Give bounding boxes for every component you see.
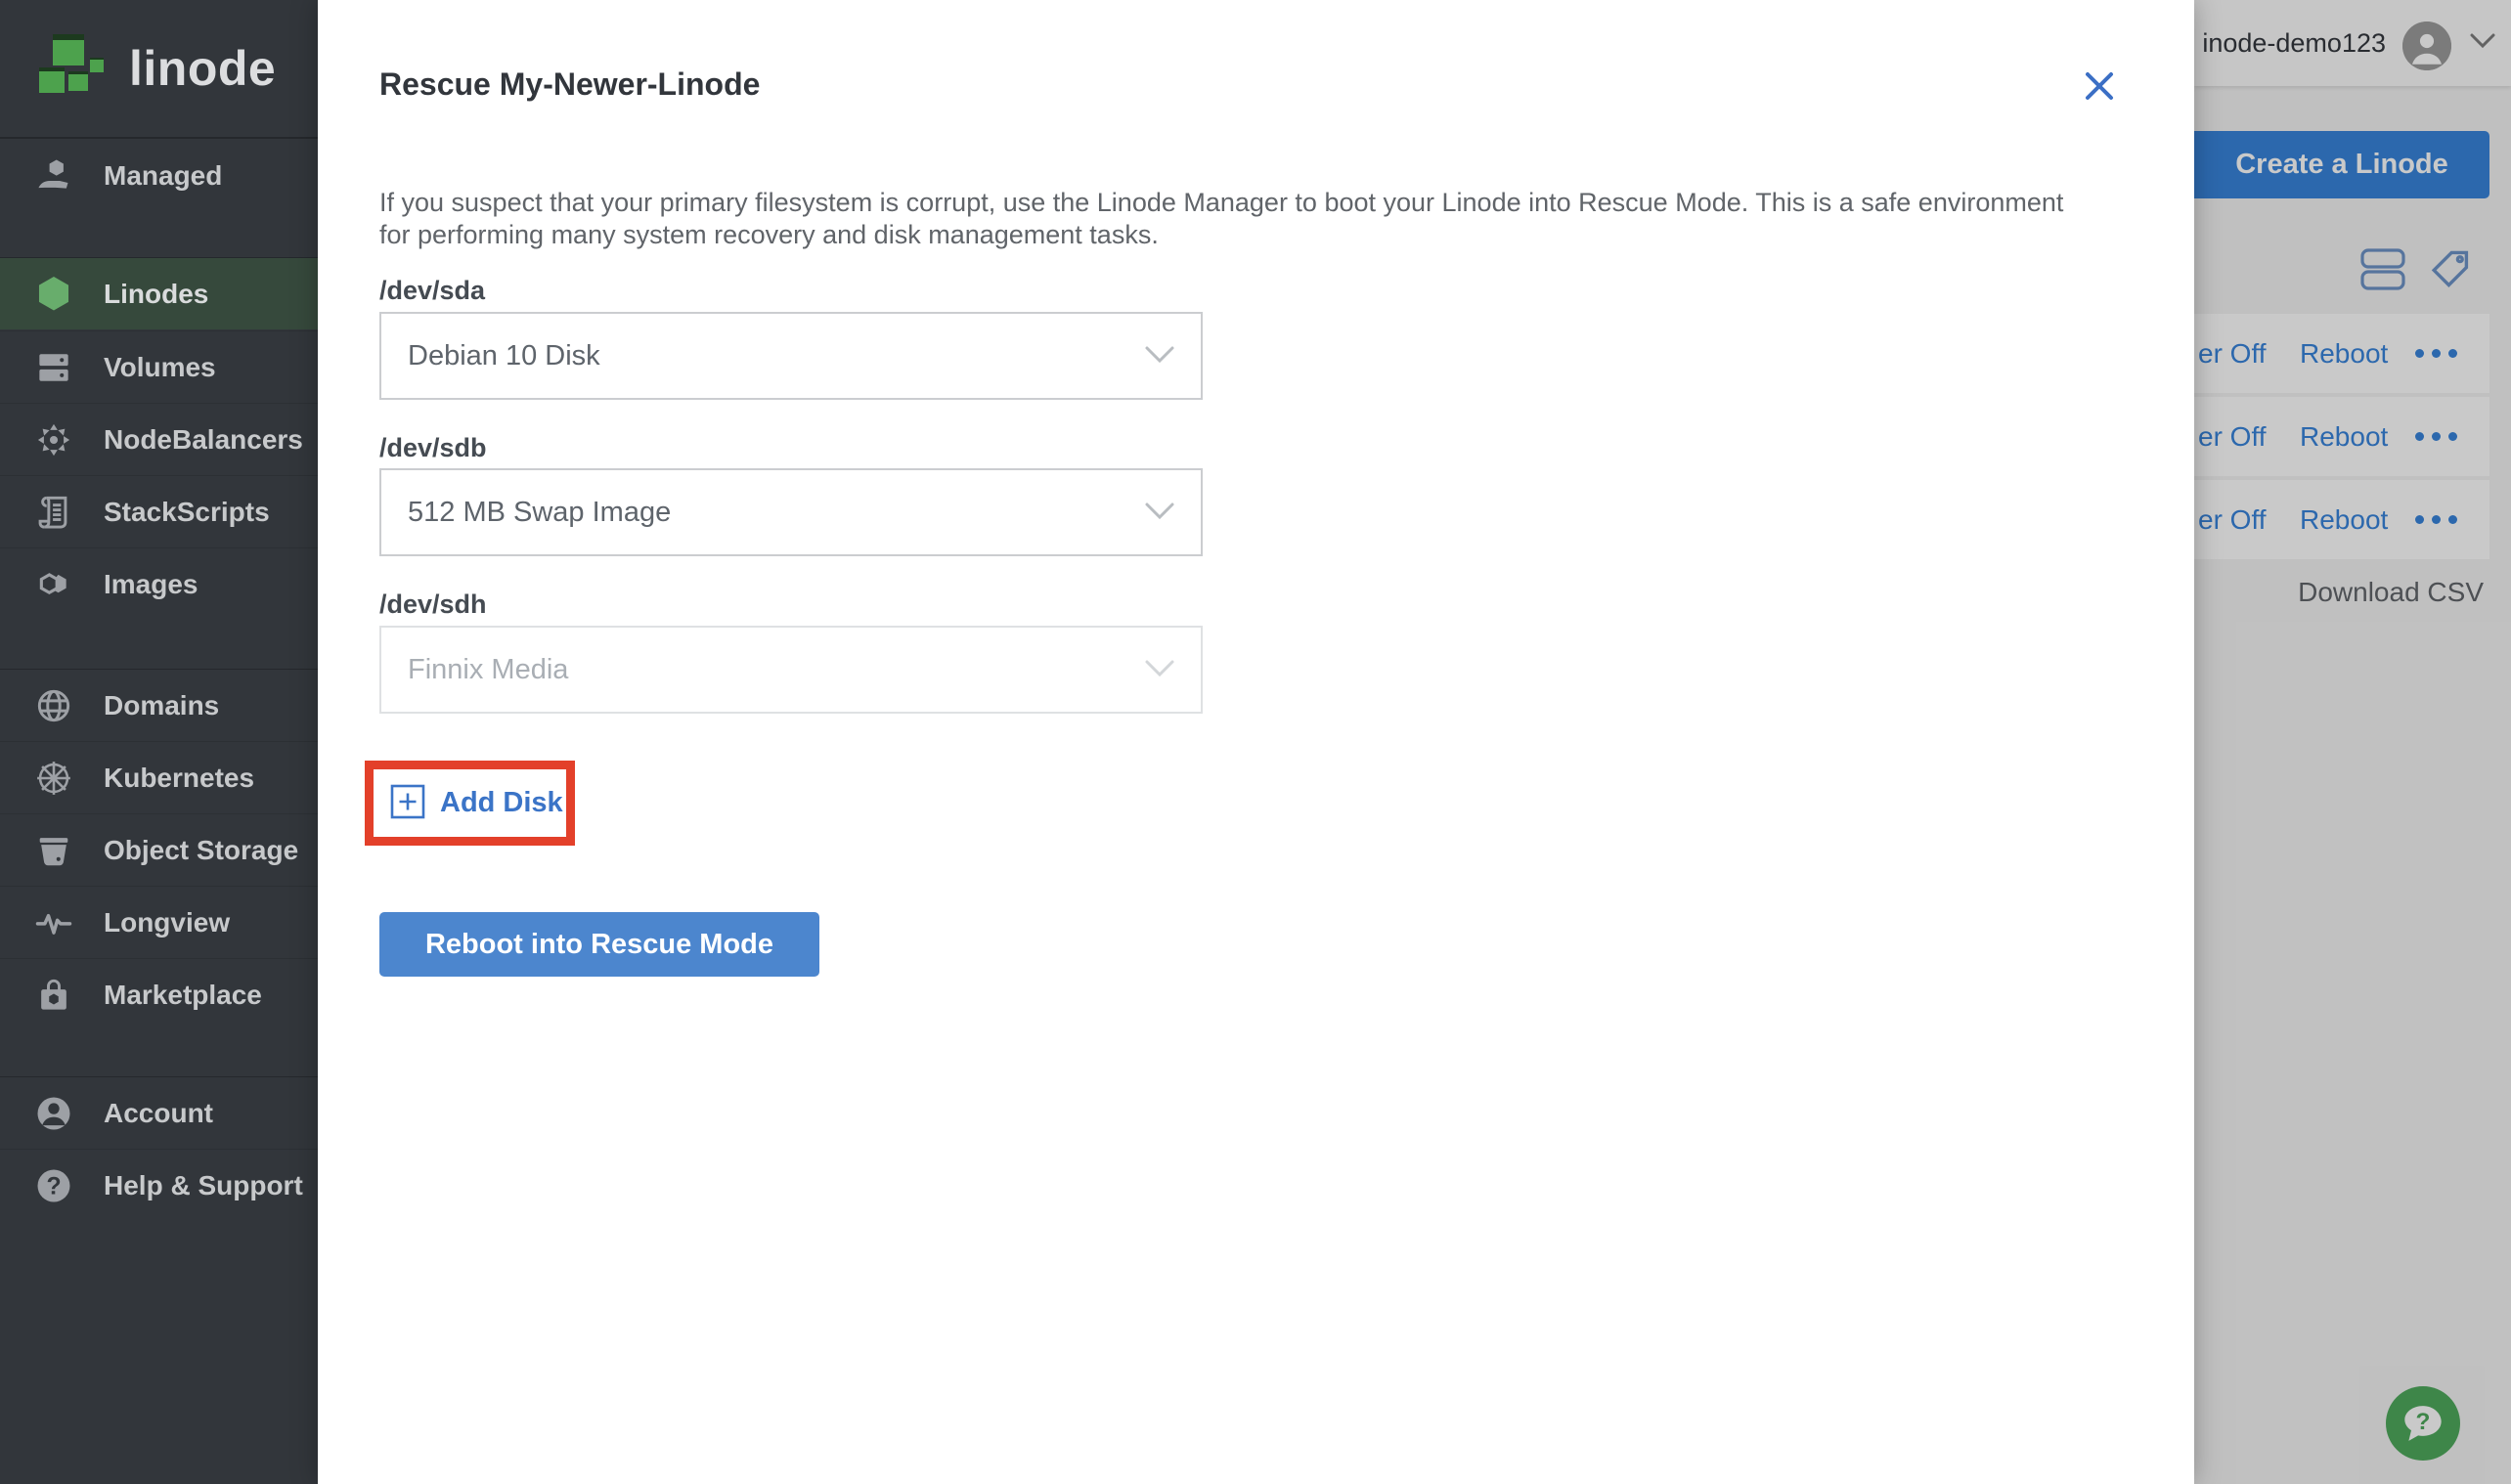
dev-sda-select[interactable]: Debian 10 Disk [379, 312, 1203, 400]
dev-sdb-select[interactable]: 512 MB Swap Image [379, 468, 1203, 556]
dev-sda-label: /dev/sda [379, 276, 486, 305]
modal-dim-overlay [2194, 0, 2511, 1484]
dev-sdh-select: Finnix Media [379, 626, 1203, 714]
modal-title: Rescue My-Newer-Linode [379, 66, 761, 102]
sidebar-item-label: Longview [104, 906, 231, 938]
sidebar-item-longview[interactable]: Longview [0, 886, 318, 958]
nodebalancers-icon [31, 417, 76, 462]
display-toggles [2360, 246, 2474, 298]
create-linode-button[interactable]: Create a Linode [2194, 131, 2489, 198]
sidebar-item-object-storage[interactable]: Object Storage [0, 813, 318, 886]
summary-view-icon[interactable] [2360, 246, 2405, 298]
linode-table-row: er Off Reboot [2194, 397, 2489, 476]
close-icon[interactable] [2078, 65, 2121, 108]
sidebar-item-marketplace[interactable]: Marketplace [0, 958, 318, 1030]
power-off-link[interactable]: er Off [2198, 421, 2300, 453]
dev-sdb-label: /dev/sdb [379, 433, 487, 462]
sidebar-item-nodebalancers[interactable]: NodeBalancers [0, 403, 318, 475]
sidebar-divider [0, 137, 318, 139]
linode-table-row: er Off Reboot [2194, 480, 2489, 559]
sidebar-item-label: Linodes [104, 278, 209, 309]
rescue-modal: Rescue My-Newer-Linode If you suspect th… [318, 0, 2194, 1484]
sidebar-item-label: Domains [104, 689, 220, 720]
marketplace-icon [31, 973, 76, 1018]
chevron-down-icon [1144, 502, 1175, 526]
top-bar: inode-demo123 [2194, 0, 2511, 86]
sidebar-item-label: Volumes [104, 351, 216, 382]
linode-logo[interactable]: linode [35, 23, 289, 113]
reboot-link[interactable]: Reboot [2300, 504, 2415, 536]
help-support-icon: ? [31, 1163, 76, 1208]
help-floating-button[interactable]: ? [2386, 1386, 2460, 1461]
sidebar-item-label: Marketplace [104, 979, 262, 1010]
sidebar-item-label: Account [104, 1097, 213, 1128]
power-off-link[interactable]: er Off [2198, 504, 2300, 536]
avatar[interactable] [2402, 22, 2451, 70]
sidebar-item-domains[interactable]: Domains [0, 669, 318, 741]
modal-description-line-2: for performing many system recovery and … [379, 220, 1159, 249]
add-disk-label: Add Disk [440, 787, 563, 818]
linode-table-row: er Off Reboot [2194, 314, 2489, 393]
longview-icon [31, 900, 76, 945]
sidebar-item-images[interactable]: Images [0, 547, 318, 620]
sidebar-item-label: NodeBalancers [104, 423, 303, 455]
sidebar-item-managed[interactable]: Managed [0, 140, 318, 212]
add-disk-button[interactable]: Add Disk [390, 784, 563, 822]
dev-sdh-label: /dev/sdh [379, 589, 487, 619]
plus-square-icon [390, 784, 425, 822]
sidebar: linode Managed Linodes Volumes NodeBalan… [0, 0, 318, 1484]
linode-logo-icon [35, 30, 108, 108]
download-csv-link[interactable]: Download CSV [2298, 577, 2484, 608]
background-page: inode-demo123 Create a Linode er Off Reb… [2194, 0, 2511, 1484]
account-icon [31, 1091, 76, 1136]
sidebar-item-label: Images [104, 568, 198, 599]
domains-icon [31, 683, 76, 728]
add-disk-annotation-box: Add Disk [365, 761, 575, 846]
sidebar-item-kubernetes[interactable]: Kubernetes [0, 741, 318, 813]
row-actions-ellipsis-icon[interactable] [2415, 432, 2457, 441]
logo-wordmark: linode [129, 41, 277, 96]
reboot-link[interactable]: Reboot [2300, 338, 2415, 370]
images-icon [31, 562, 76, 607]
linodes-icon [31, 272, 76, 317]
chevron-down-icon [1144, 659, 1175, 683]
sidebar-item-label: Help & Support [104, 1169, 303, 1200]
kubernetes-icon [31, 756, 76, 801]
sidebar-item-label: Kubernetes [104, 762, 255, 793]
power-off-link[interactable]: er Off [2198, 338, 2300, 370]
selected-value: 512 MB Swap Image [408, 496, 672, 528]
volumes-icon [31, 345, 76, 390]
account-username[interactable]: inode-demo123 [2202, 0, 2386, 86]
modal-description-line-1: If you suspect that your primary filesys… [379, 188, 2064, 217]
sidebar-item-volumes[interactable]: Volumes [0, 330, 318, 403]
sidebar-item-label: Managed [104, 160, 223, 191]
chevron-down-icon [1144, 345, 1175, 370]
svg-text:?: ? [46, 1173, 61, 1200]
question-bubble-icon: ? [2404, 1406, 2442, 1441]
selected-value: Finnix Media [408, 653, 569, 685]
stackscripts-icon [31, 490, 76, 535]
sidebar-item-help-support[interactable]: ? Help & Support [0, 1149, 318, 1221]
sidebar-item-stackscripts[interactable]: StackScripts [0, 475, 318, 547]
svg-text:?: ? [2416, 1409, 2431, 1435]
group-by-tag-icon[interactable] [2427, 246, 2474, 298]
sidebar-item-label: Object Storage [104, 834, 299, 865]
reboot-into-rescue-mode-button[interactable]: Reboot into Rescue Mode [379, 912, 819, 977]
account-menu-chevron-down-icon[interactable] [2469, 32, 2496, 55]
row-actions-ellipsis-icon[interactable] [2415, 515, 2457, 524]
object-storage-icon [31, 828, 76, 873]
sidebar-item-account[interactable]: Account [0, 1076, 318, 1149]
selected-value: Debian 10 Disk [408, 339, 600, 371]
row-actions-ellipsis-icon[interactable] [2415, 349, 2457, 358]
reboot-link[interactable]: Reboot [2300, 421, 2415, 453]
managed-icon [31, 153, 76, 198]
sidebar-item-label: StackScripts [104, 496, 270, 527]
sidebar-item-linodes[interactable]: Linodes [0, 257, 318, 329]
